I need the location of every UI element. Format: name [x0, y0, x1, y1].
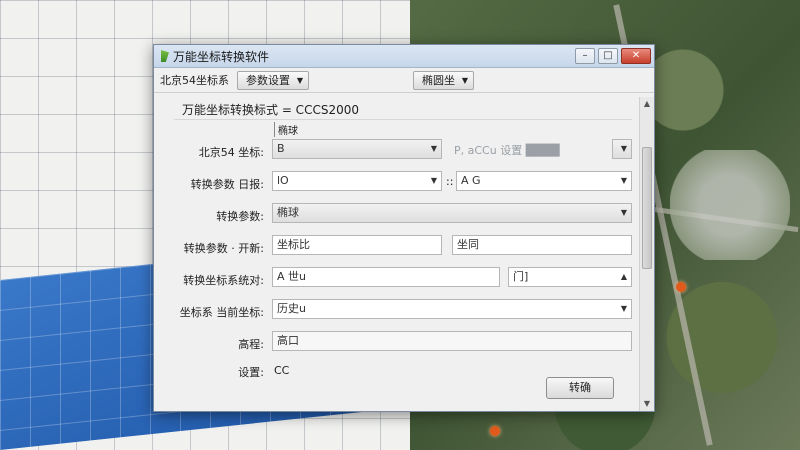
row-label-system-pair: 转换坐标系统对:	[183, 274, 264, 287]
beijing54-select[interactable]: B ▼	[272, 139, 442, 159]
system-pair-spinner[interactable]: 门] ▲	[508, 267, 632, 287]
daily-params-select-2[interactable]: A G ▼	[456, 171, 632, 191]
close-icon: ✕	[631, 50, 641, 61]
scroll-thumb[interactable]	[642, 147, 652, 269]
row-label-elevation: 高程:	[238, 338, 264, 351]
vertical-scrollbar[interactable]: ▲ ▼	[639, 97, 654, 411]
settings-value: CC	[274, 364, 290, 377]
daily-params-select[interactable]: lO ▼	[272, 171, 442, 191]
form-area: 万能坐标转换标式 = CCCS2000 椭球 北京54 坐标: B ▼ P, a…	[162, 97, 632, 411]
scroll-up-icon[interactable]: ▲	[640, 97, 654, 111]
current-system-value: 历史u	[277, 302, 306, 315]
transform-params-select[interactable]: 椭球 ▼	[272, 203, 632, 223]
spinner-arrow-icon: ▲	[620, 272, 628, 281]
new-params-input[interactable]: 坐标比	[272, 235, 442, 255]
extra-dropdown[interactable]: ▼	[612, 139, 632, 159]
row-label-daily-params: 转换参数 日报:	[190, 178, 264, 191]
app-logo-icon	[161, 50, 169, 62]
new-params-value-2: 坐同	[457, 238, 479, 251]
chevron-down-icon: ▼	[620, 176, 628, 185]
new-params-input-2[interactable]: 坐同	[452, 235, 632, 255]
chevron-down-icon: ▼	[430, 176, 438, 185]
divider	[174, 119, 632, 120]
chevron-down-icon: ▼	[620, 144, 628, 153]
app-window: 万能坐标转换软件 – □ ✕ 北京54坐标系 参数设置 ▼ 椭圆坐 ▼ 万能坐标…	[153, 44, 655, 412]
chevron-down-icon: ▼	[430, 144, 438, 153]
confirm-button[interactable]: 转确	[546, 377, 614, 399]
map-marker-icon	[490, 426, 500, 436]
chevron-down-icon: ▼	[620, 208, 628, 217]
minimize-icon: –	[582, 50, 588, 61]
separator-text: ::	[446, 175, 454, 188]
current-system-select[interactable]: 历史u ▼	[272, 299, 632, 319]
system-pair-input[interactable]: A 世u	[272, 267, 500, 287]
row-label-new-params: 转换参数 · 开新:	[183, 242, 264, 255]
ellipsoid-menu[interactable]: 椭圆坐 ▼	[413, 70, 474, 90]
scroll-down-icon[interactable]: ▼	[640, 397, 654, 411]
maximize-icon: □	[603, 50, 613, 61]
form-subheading: 椭球	[274, 122, 298, 137]
ellipsoid-menu-label: 椭圆坐	[422, 73, 455, 87]
title-bar: 万能坐标转换软件 – □ ✕	[154, 45, 654, 68]
row-label-transform-params: 转换参数:	[216, 210, 264, 223]
close-button[interactable]: ✕	[621, 48, 651, 64]
faded-coordinate-text: P, aCCu 设置 ████	[454, 144, 560, 157]
form-heading: 万能坐标转换标式 = CCCS2000	[182, 103, 359, 117]
new-params-value: 坐标比	[277, 238, 310, 251]
row-label-beijing54: 北京54 坐标:	[198, 146, 264, 159]
daily-params-value-2: A G	[461, 174, 481, 187]
daily-params-value: lO	[277, 174, 289, 187]
parameter-settings-menu[interactable]: 参数设置 ▼	[237, 70, 309, 90]
transform-params-value: 椭球	[277, 206, 299, 219]
chevron-down-icon: ▼	[620, 304, 628, 313]
row-label-settings: 设置:	[238, 366, 264, 379]
elevation-input[interactable]: 高口	[272, 331, 632, 351]
window-title: 万能坐标转换软件	[173, 49, 270, 64]
system-pair-spinner-value: 门]	[513, 270, 529, 283]
row-label-current-system: 坐标系 当前坐标:	[179, 306, 264, 319]
minimize-button[interactable]: –	[575, 48, 595, 64]
elevation-value: 高口	[277, 334, 299, 347]
system-pair-value: A 世u	[277, 270, 306, 283]
toolbar: 北京54坐标系 参数设置 ▼ 椭圆坐 ▼	[154, 68, 654, 93]
maximize-button[interactable]: □	[598, 48, 618, 64]
chevron-down-icon: ▼	[461, 75, 468, 85]
chevron-down-icon: ▼	[296, 75, 303, 85]
map-marker-icon	[676, 282, 686, 292]
parameter-settings-label: 参数设置	[246, 73, 290, 87]
map-field	[670, 150, 790, 260]
beijing54-value: B	[277, 142, 285, 155]
coordinate-system-label: 北京54坐标系	[160, 74, 229, 87]
